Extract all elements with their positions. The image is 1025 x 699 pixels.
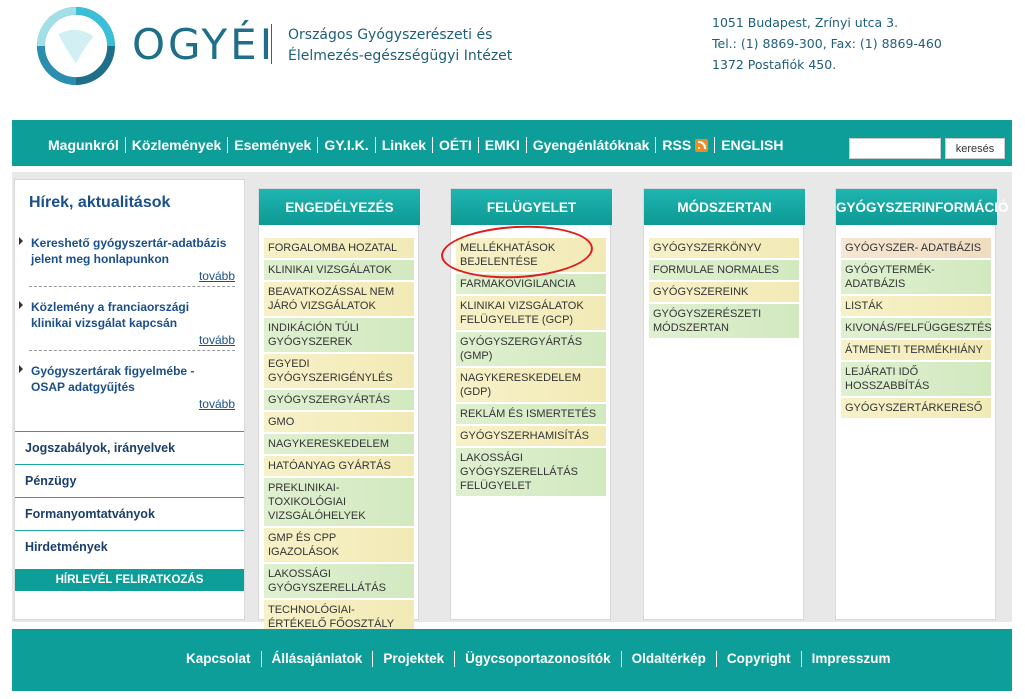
footer: Kapcsolat Állásajánlatok Projektek Ügycs…: [12, 629, 1012, 691]
column-title[interactable]: GYÓGYSZERINFORMÁCIÓ: [836, 189, 1009, 225]
column-title[interactable]: FELÜGYELET: [451, 189, 612, 225]
column-items: FORGALOMBA HOZATAL KLINIKAI VIZSGÁLATOK …: [264, 238, 414, 636]
column-link[interactable]: NAGYKERESKEDELEM: [264, 434, 414, 454]
column-title[interactable]: MÓDSZERTAN: [644, 189, 805, 225]
newsletter-subscribe-button[interactable]: HÍRLEVÉL FELIRATKOZÁS: [15, 569, 244, 591]
column-link[interactable]: KLINIKAI VIZSGÁLATOK: [264, 260, 414, 280]
nav-item-linkek[interactable]: Linkek: [376, 137, 434, 153]
sidebar-link-hirdetmenyek[interactable]: Hirdetmények: [15, 530, 244, 562]
news-headline[interactable]: Gyógyszertárak figyelmébe - OSAP adatgyű…: [31, 363, 231, 395]
column-engedelyezes: ENGEDÉLYEZÉS FORGALOMBA HOZATAL KLINIKAI…: [258, 188, 420, 634]
column-link[interactable]: GYÓGYSZER- ADATBÁZIS: [841, 238, 991, 258]
footer-link-oldalterkep[interactable]: Oldaltérkép: [622, 651, 717, 667]
column-link[interactable]: LAKOSSÁGI GYÓGYSZERELLÁTÁS: [264, 564, 414, 598]
footer-link-allasajanlatok[interactable]: Állásajánlatok: [262, 651, 374, 667]
column-link[interactable]: ÁTMENETI TERMÉKHIÁNY: [841, 340, 991, 360]
column-title[interactable]: ENGEDÉLYEZÉS: [259, 189, 420, 225]
footer-link-ugycsoportazonositok[interactable]: Ügycsoportazonosítók: [455, 651, 622, 667]
brand-name[interactable]: OGYÉI: [132, 20, 275, 70]
search-input[interactable]: [849, 138, 941, 159]
nav-item-english[interactable]: ENGLISH: [715, 137, 789, 153]
ring-logo-icon[interactable]: [37, 7, 115, 85]
column-link[interactable]: LEJÁRATI IDŐ HOSSZABBÍTÁS: [841, 362, 991, 396]
column-gyogyszerinformacio: GYÓGYSZERINFORMÁCIÓ GYÓGYSZER- ADATBÁZIS…: [835, 188, 1009, 620]
institute-name-line-2: Élelmezés-egészségügyi Intézet: [288, 48, 513, 64]
news-separator: [29, 286, 235, 287]
address-line-3: 1372 Postafiók 450.: [712, 57, 837, 72]
nav-item-magunkrol[interactable]: Magunkról: [48, 137, 126, 153]
column-link[interactable]: GYÓGYTERMÉK-ADATBÁZIS: [841, 260, 991, 294]
news-headline[interactable]: Kereshető gyógyszertár-adatbázis jelent …: [31, 235, 231, 267]
footer-links: Kapcsolat Állásajánlatok Projektek Ügycs…: [186, 651, 900, 667]
column-link[interactable]: NAGYKERESKEDELEM (GDP): [456, 368, 606, 402]
nav-item-kozlemenyek[interactable]: Közlemények: [126, 137, 229, 153]
news-separator: [29, 350, 235, 351]
bullet-arrow-icon: [19, 301, 23, 309]
bullet-arrow-icon: [19, 365, 23, 373]
column-modszertan: MÓDSZERTAN GYÓGYSZERKÖNYV FORMULAE NORMA…: [643, 188, 805, 620]
column-link[interactable]: GYÓGYSZERÉSZETI MÓDSZERTAN: [649, 304, 799, 338]
news-more-link[interactable]: tovább: [199, 269, 235, 283]
column-items: MELLÉKHATÁSOK BEJELENTÉSE FARMAKOVIGILAN…: [456, 238, 606, 498]
column-link[interactable]: PREKLINIKAI-TOXIKOLÓGIAI VIZSGÁLÓHELYEK: [264, 478, 414, 526]
footer-link-impresszum[interactable]: Impresszum: [802, 651, 901, 667]
column-items: GYÓGYSZER- ADATBÁZIS GYÓGYTERMÉK-ADATBÁZ…: [841, 238, 992, 420]
institute-name: Országos Gyógyszerészeti és Élelmezés-eg…: [288, 25, 512, 67]
address-line-2: Tel.: (1) 8869-300, Fax: (1) 8869-460: [712, 36, 942, 51]
nav-item-gyik[interactable]: GY.I.K.: [318, 137, 376, 153]
column-link[interactable]: BEAVATKOZÁSSAL NEM JÁRÓ VIZSGÁLATOK: [264, 282, 414, 316]
column-link[interactable]: GYÓGYSZEREINK: [649, 282, 799, 302]
footer-link-copyright[interactable]: Copyright: [717, 651, 802, 667]
footer-link-projektek[interactable]: Projektek: [373, 651, 456, 667]
column-link[interactable]: FARMAKOVIGILANCIA: [456, 274, 606, 294]
column-link[interactable]: EGYEDI GYÓGYSZERIGÉNYLÉS: [264, 354, 414, 388]
news-more-link[interactable]: tovább: [199, 333, 235, 347]
nav-item-esemenyek[interactable]: Események: [228, 137, 319, 153]
column-link[interactable]: KLINIKAI VIZSGÁLATOK FELÜGYELETE (GCP): [456, 296, 606, 330]
bullet-arrow-icon: [19, 237, 23, 245]
contact-address: 1051 Budapest, Zrínyi utca 3. Tel.: (1) …: [712, 12, 942, 75]
column-items: GYÓGYSZERKÖNYV FORMULAE NORMALES GYÓGYSZ…: [649, 238, 799, 340]
sidebar-link-penzugy[interactable]: Pénzügy: [15, 464, 244, 496]
column-link[interactable]: GYÓGYSZERKÖNYV: [649, 238, 799, 258]
column-link[interactable]: LAKOSSÁGI GYÓGYSZERELLÁTÁS FELÜGYELET: [456, 448, 606, 496]
column-link[interactable]: LISTÁK: [841, 296, 991, 316]
column-link[interactable]: KIVONÁS/FELFÜGGESZTÉS: [841, 318, 992, 338]
rss-label: RSS: [662, 137, 692, 153]
rss-icon[interactable]: [695, 138, 709, 152]
column-link[interactable]: GMP ÉS CPP IGAZOLÁSOK: [264, 528, 414, 562]
nav-items: Magunkról Közlemények Események GY.I.K. …: [48, 137, 789, 153]
column-link[interactable]: GMO: [264, 412, 414, 432]
news-more-link[interactable]: tovább: [199, 397, 235, 411]
column-link[interactable]: REKLÁM ÉS ISMERTETÉS: [456, 404, 606, 424]
address-line-1: 1051 Budapest, Zrínyi utca 3.: [712, 15, 899, 30]
column-link[interactable]: GYÓGYSZERTÁRKERESŐ: [841, 398, 991, 418]
institute-name-line-1: Országos Gyógyszerészeti és: [288, 27, 493, 43]
news-headline[interactable]: Közlemény a franciaországi klinikai vizs…: [31, 299, 231, 331]
sidebar-link-jogszabalyok[interactable]: Jogszabályok, irányelvek: [15, 431, 244, 463]
column-link[interactable]: GYÓGYSZERGYÁRTÁS (GMP): [456, 332, 606, 366]
column-link[interactable]: FORMULAE NORMALES: [649, 260, 799, 280]
brand-divider: [271, 24, 272, 64]
search-button[interactable]: keresés: [945, 138, 1005, 159]
column-link[interactable]: INDIKÁCIÓN TÚLI GYÓGYSZEREK: [264, 318, 414, 352]
news-title[interactable]: Hírek, aktualitások: [29, 194, 170, 212]
column-link[interactable]: FORGALOMBA HOZATAL: [264, 238, 414, 258]
column-link[interactable]: GYÓGYSZERGYÁRTÁS: [264, 390, 414, 410]
footer-link-kapcsolat[interactable]: Kapcsolat: [186, 651, 262, 667]
column-link[interactable]: GYÓGYSZERHAMISÍTÁS: [456, 426, 606, 446]
column-link[interactable]: HATÓANYAG GYÁRTÁS: [264, 456, 414, 476]
nav-item-oeti[interactable]: OÉTI: [433, 137, 479, 153]
nav-item-emki[interactable]: EMKI: [479, 137, 527, 153]
nav-item-gyengenlatoknak[interactable]: Gyengénlátóknak: [527, 137, 657, 153]
left-sidebar: Hírek, aktualitások Kereshető gyógyszert…: [14, 179, 245, 620]
nav-item-rss[interactable]: RSS: [656, 137, 716, 153]
sidebar-link-formanyomtatvanyok[interactable]: Formanyomtatványok: [15, 497, 244, 529]
